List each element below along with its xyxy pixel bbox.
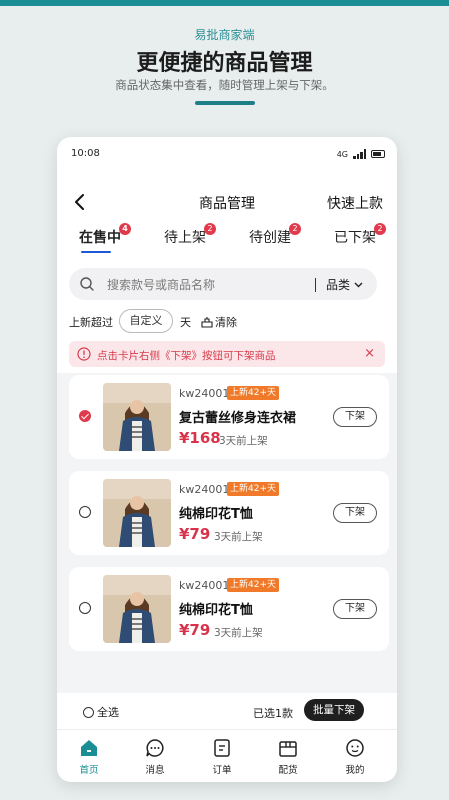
listed-time: 3天前上架 [219, 435, 268, 447]
select-all-toggle[interactable]: 全选 [83, 704, 119, 720]
product-card[interactable]: kw24001 上新42+天 复古蕾丝修身连衣裙 ¥168 3天前上架 下架 [69, 375, 389, 459]
bottom-tab-bar: 首页 消息 订单 配货 我的 [57, 729, 397, 782]
listed-time: 3天前上架 [214, 627, 263, 639]
tabbar-messages[interactable]: 消息 [135, 738, 175, 776]
tabbar-profile[interactable]: 我的 [335, 738, 375, 776]
batch-delist-button[interactable]: 批量下架 [304, 699, 364, 721]
new-arrival-tag: 上新42+天 [227, 578, 279, 592]
category-label: 品类 [326, 278, 351, 292]
tabbar-label: 消息 [145, 765, 165, 776]
custom-days-button[interactable]: 自定义 [119, 309, 173, 333]
tabbar-home[interactable]: 首页 [69, 738, 109, 776]
chevron-down-icon [354, 282, 363, 288]
network-label: 4G [336, 149, 348, 159]
tabbar-label: 首页 [79, 765, 99, 776]
new-arrival-tag: 上新42+天 [227, 386, 279, 400]
tab-badge: 2 [204, 223, 216, 235]
status-indicators: 4G [337, 149, 385, 159]
search-input[interactable]: 搜索款号或商品名称 品类 [69, 268, 377, 300]
headline: 更便捷的商品管理 [136, 51, 313, 76]
category-dropdown[interactable]: 品类 [326, 276, 364, 293]
search-icon [80, 277, 94, 291]
box-icon [279, 741, 297, 757]
select-all-radio [83, 706, 94, 718]
product-code: kw24001 [179, 483, 230, 496]
brand-label: 易批商家端 [194, 28, 255, 42]
info-icon [77, 347, 91, 361]
close-icon[interactable]: × [364, 346, 375, 361]
active-tab-indicator [81, 251, 111, 253]
product-price: ¥79 [179, 525, 211, 543]
notice-banner: 点击卡片右侧《下架》按钮可下架商品 × [69, 341, 385, 367]
listed-time: 3天前上架 [214, 531, 263, 543]
product-name: 纯棉印花T恤 [179, 603, 253, 618]
product-list: kw24001 上新42+天 复古蕾丝修身连衣裙 ¥168 3天前上架 下架 k… [57, 373, 397, 693]
new-arrival-tag: 上新42+天 [227, 482, 279, 496]
tab-badge: 2 [289, 223, 301, 235]
broom-icon [201, 317, 213, 328]
product-card[interactable]: kw24001 上新42+天 纯棉印花T恤 ¥79 3天前上架 下架 [69, 471, 389, 555]
quick-list-button[interactable]: 快速上款 [327, 193, 383, 213]
product-price: ¥79 [179, 621, 211, 639]
batch-action-bar: 全选 已选1款 批量下架 [57, 693, 397, 729]
profile-icon [346, 739, 364, 757]
tab-badge: 2 [374, 223, 386, 235]
select-checkbox[interactable] [79, 410, 91, 422]
search-placeholder: 搜索款号或商品名称 [107, 278, 216, 292]
phone-screen: 10:08 4G 商品管理 快速上款 在售中 4 待上架 2 待创建 2 已下架… [57, 137, 397, 782]
subheadline: 商品状态集中查看，随时管理上架与下架。 [115, 78, 334, 92]
tabbar-orders[interactable]: 订单 [202, 738, 242, 776]
tab-pending-creation[interactable]: 待创建 2 [249, 223, 301, 247]
clear-label: 清除 [215, 316, 237, 329]
tabbar-label: 我的 [345, 765, 365, 776]
product-card[interactable]: kw24001 上新42+天 纯棉印花T恤 ¥79 3天前上架 下架 [69, 567, 389, 651]
status-time: 10:08 [71, 148, 100, 159]
tabbar-label: 订单 [212, 765, 232, 776]
top-accent-line [0, 0, 449, 6]
headline-accent-bar [195, 101, 255, 105]
product-image [103, 479, 171, 547]
tabbar-label: 配货 [278, 765, 298, 776]
product-name: 复古蕾丝修身连衣裙 [179, 411, 297, 426]
order-icon [214, 739, 230, 757]
search-divider [315, 278, 316, 292]
product-image [103, 383, 171, 451]
signal-icon [353, 149, 366, 159]
nav-bar: 商品管理 快速上款 [57, 187, 397, 217]
battery-icon [371, 150, 385, 158]
product-code: kw24001 [179, 579, 230, 592]
tab-badge: 4 [119, 223, 131, 235]
delist-button[interactable]: 下架 [333, 503, 377, 523]
product-image [103, 575, 171, 643]
select-checkbox[interactable] [79, 602, 91, 614]
tab-pending-listing[interactable]: 待上架 2 [164, 223, 216, 247]
tab-delisted[interactable]: 已下架 2 [334, 223, 386, 247]
product-name: 纯棉印花T恤 [179, 507, 253, 522]
product-code: kw24001 [179, 387, 230, 400]
select-all-label: 全选 [97, 706, 119, 719]
tab-label: 已下架 [334, 230, 376, 246]
message-icon [146, 739, 164, 757]
tab-on-sale[interactable]: 在售中 4 [79, 223, 131, 247]
days-unit: 天 [180, 316, 191, 329]
tab-label: 待上架 [164, 230, 206, 246]
new-arrival-filter: 上新超过 自定义 天 清除 [69, 309, 389, 333]
tabbar-distribution[interactable]: 配货 [268, 738, 308, 776]
select-checkbox[interactable] [79, 506, 91, 518]
status-bar: 10:08 4G [57, 137, 397, 171]
tab-label: 在售中 [79, 230, 121, 246]
product-price: ¥168 [179, 429, 221, 447]
status-tabs: 在售中 4 待上架 2 待创建 2 已下架 2 [57, 223, 397, 259]
clear-filter-button[interactable]: 清除 [201, 314, 237, 330]
home-icon [81, 740, 97, 756]
delist-button[interactable]: 下架 [333, 599, 377, 619]
filter-label: 上新超过 [69, 316, 113, 329]
notice-text: 点击卡片右侧《下架》按钮可下架商品 [97, 350, 276, 362]
selected-count: 已选1款 [253, 707, 293, 720]
delist-button[interactable]: 下架 [333, 407, 377, 427]
tab-label: 待创建 [249, 230, 291, 246]
